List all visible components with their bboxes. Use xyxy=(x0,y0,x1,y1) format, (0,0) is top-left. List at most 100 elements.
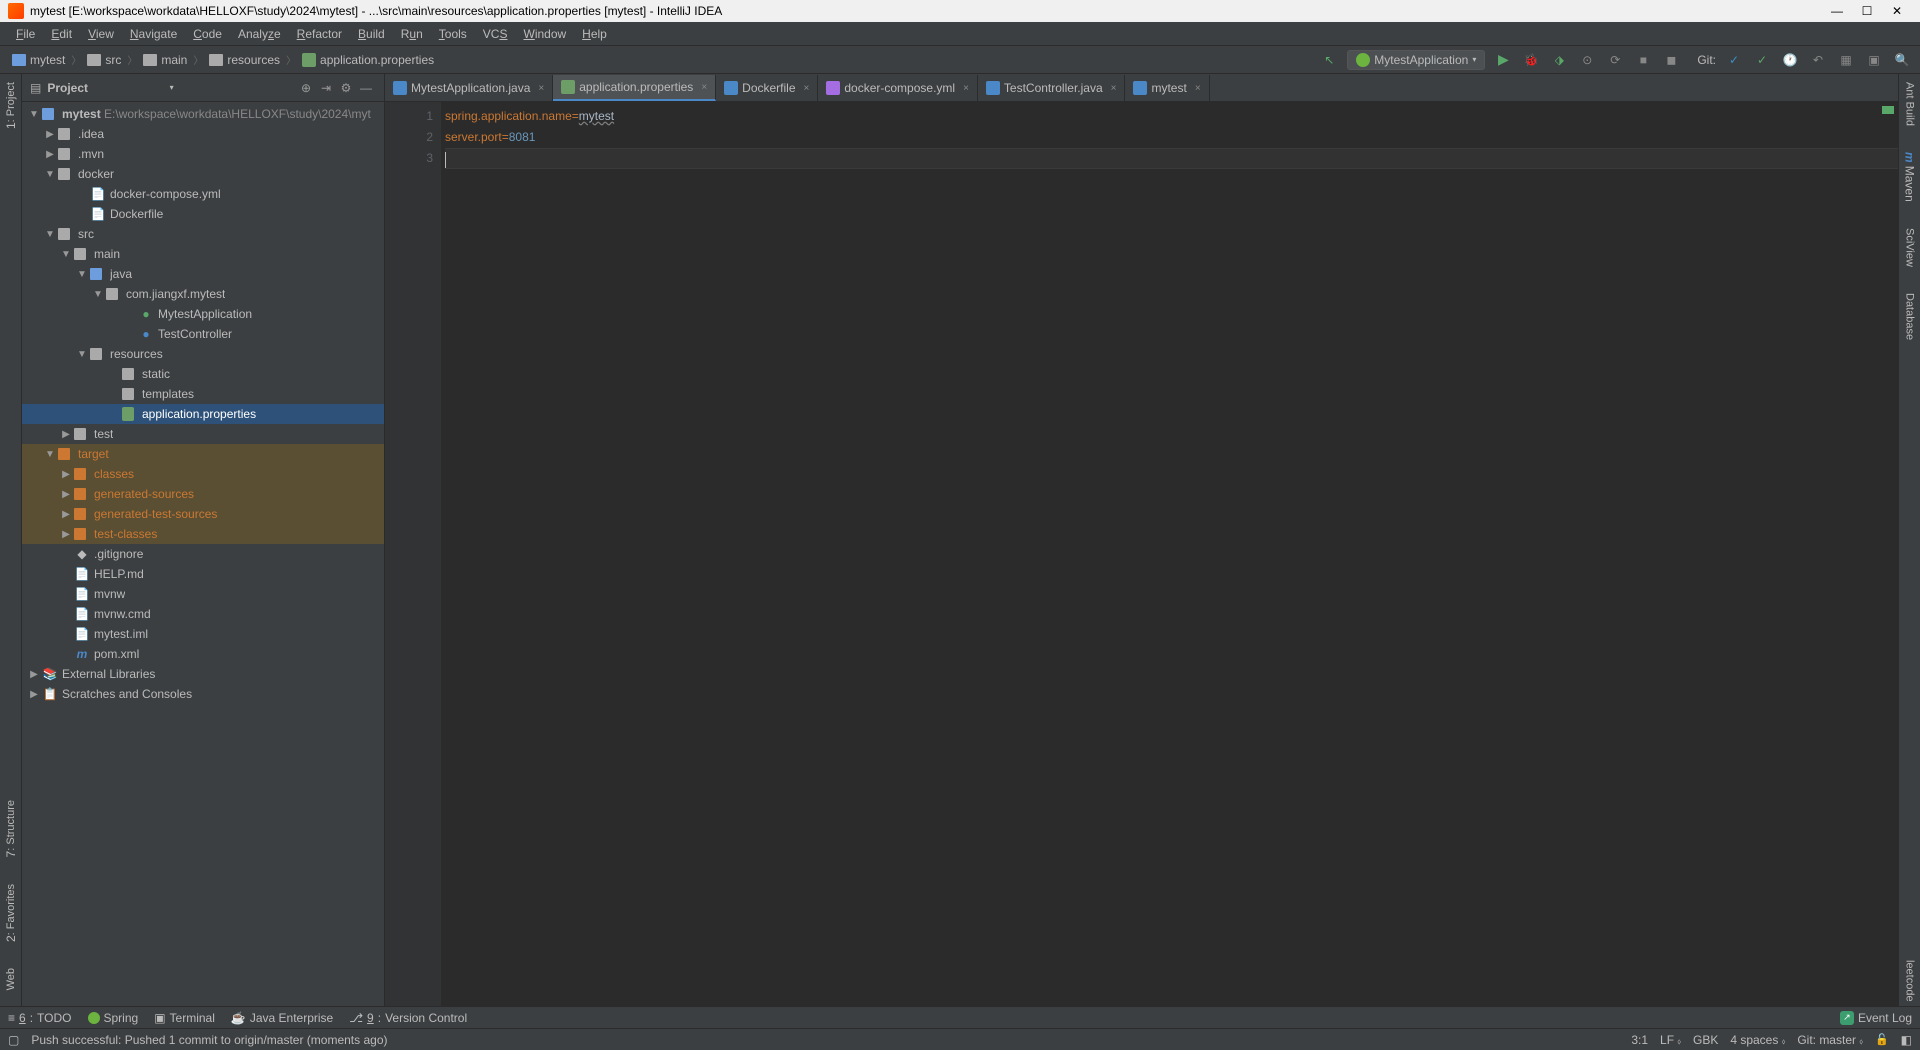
tool-structure[interactable]: 7: Structure xyxy=(2,796,20,861)
tree-test-controller[interactable]: ●TestController xyxy=(22,324,384,344)
vcs-update-button[interactable]: ✓ xyxy=(1724,50,1744,70)
tree-gen-sources[interactable]: ▶generated-sources xyxy=(22,484,384,504)
memory-indicator[interactable]: ◧ xyxy=(1901,1033,1912,1047)
minimize-button[interactable]: — xyxy=(1822,4,1852,18)
tree-templates[interactable]: templates xyxy=(22,384,384,404)
project-tree[interactable]: ▼mytest E:\workspace\workdata\HELLOXF\st… xyxy=(22,102,384,1006)
tree-external-libs[interactable]: ▶📚External Libraries xyxy=(22,664,384,684)
tool-event-log[interactable]: ↗Event Log xyxy=(1840,1011,1912,1025)
close-icon[interactable]: × xyxy=(1111,83,1117,94)
tree-test[interactable]: ▶test xyxy=(22,424,384,444)
code-line-1[interactable]: spring.application.name=mytest xyxy=(445,106,1898,127)
tool-todo[interactable]: ≡ 6: TODO xyxy=(8,1011,72,1025)
tool-terminal[interactable]: ▣Terminal xyxy=(154,1011,215,1025)
readonly-toggle[interactable]: 🔓 xyxy=(1875,1033,1889,1046)
run-button[interactable]: ▶ xyxy=(1493,50,1513,70)
tab-mytest-application[interactable]: MytestApplication.java× xyxy=(385,75,553,101)
menu-code[interactable]: Code xyxy=(185,23,230,45)
tree-docker-compose[interactable]: 📄docker-compose.yml xyxy=(22,184,384,204)
tool-version-control[interactable]: ⎇ 9: Version Control xyxy=(349,1011,467,1025)
tree-help[interactable]: 📄HELP.md xyxy=(22,564,384,584)
tree-mvn[interactable]: ▶.mvn xyxy=(22,144,384,164)
menu-run[interactable]: Run xyxy=(393,23,431,45)
tree-idea[interactable]: ▶.idea xyxy=(22,124,384,144)
menu-refactor[interactable]: Refactor xyxy=(289,23,350,45)
menu-file[interactable]: File xyxy=(8,23,43,45)
tool-java-ee[interactable]: ☕Java Enterprise xyxy=(231,1011,333,1025)
tree-dockerfile[interactable]: 📄Dockerfile xyxy=(22,204,384,224)
tab-test-controller[interactable]: TestController.java× xyxy=(978,75,1126,101)
tool-favorites[interactable]: 2: Favorites xyxy=(2,880,20,946)
tree-gen-test-sources[interactable]: ▶generated-test-sources xyxy=(22,504,384,524)
status-icon[interactable]: ▢ xyxy=(8,1033,19,1047)
run-coverage-button[interactable]: ⬗ xyxy=(1549,50,1569,70)
caret-position[interactable]: 3:1 xyxy=(1631,1033,1648,1047)
hide-panel-button[interactable]: — xyxy=(356,81,376,95)
close-icon[interactable]: × xyxy=(963,83,969,94)
ide-folders-button[interactable]: ▣ xyxy=(1864,50,1884,70)
tree-mvnw[interactable]: 📄mvnw xyxy=(22,584,384,604)
search-everywhere-button[interactable]: 🔍 xyxy=(1892,50,1912,70)
tree-pom[interactable]: mpom.xml xyxy=(22,644,384,664)
tab-docker-compose[interactable]: docker-compose.yml× xyxy=(818,75,978,101)
tree-static[interactable]: static xyxy=(22,364,384,384)
tool-spring[interactable]: Spring xyxy=(88,1011,139,1025)
tree-app-properties[interactable]: application.properties xyxy=(22,404,384,424)
breadcrumb-resources[interactable]: resources xyxy=(205,51,284,69)
tool-database[interactable]: Database xyxy=(1902,289,1918,344)
close-button[interactable]: ✕ xyxy=(1882,4,1912,18)
menu-navigate[interactable]: Navigate xyxy=(122,23,185,45)
menu-analyze[interactable]: Analyze xyxy=(230,23,289,45)
tree-resources[interactable]: ▼resources xyxy=(22,344,384,364)
menu-help[interactable]: Help xyxy=(574,23,615,45)
tree-test-classes[interactable]: ▶test-classes xyxy=(22,524,384,544)
line-separator[interactable]: LF ⬨ xyxy=(1660,1033,1681,1047)
indent-config[interactable]: 4 spaces ⬨ xyxy=(1730,1033,1785,1047)
tree-gitignore[interactable]: ◆.gitignore xyxy=(22,544,384,564)
stop-button[interactable]: ■ xyxy=(1633,50,1653,70)
editor-body[interactable]: 1 2 3 spring.application.name=mytest ser… xyxy=(385,102,1898,1006)
ide-settings-button[interactable]: ▦ xyxy=(1836,50,1856,70)
tool-project[interactable]: 1: Project xyxy=(2,78,20,133)
git-branch[interactable]: Git: master ⬨ xyxy=(1797,1033,1863,1047)
file-encoding[interactable]: GBK xyxy=(1693,1033,1718,1047)
tree-main[interactable]: ▼main xyxy=(22,244,384,264)
tree-iml[interactable]: 📄mytest.iml xyxy=(22,624,384,644)
stop-all-button[interactable]: ◼ xyxy=(1661,50,1681,70)
vcs-commit-button[interactable]: ✓ xyxy=(1752,50,1772,70)
code-line-2[interactable]: server.port=8081 xyxy=(445,127,1898,148)
locate-file-button[interactable]: ⊕ xyxy=(296,81,316,95)
tree-java[interactable]: ▼java xyxy=(22,264,384,284)
tab-dockerfile[interactable]: Dockerfile× xyxy=(716,75,818,101)
close-icon[interactable]: × xyxy=(701,82,707,93)
tree-mytest-app[interactable]: ●MytestApplication xyxy=(22,304,384,324)
menu-edit[interactable]: Edit xyxy=(43,23,80,45)
attach-button[interactable]: ⟳ xyxy=(1605,50,1625,70)
tool-leetcode[interactable]: leetcode xyxy=(1902,956,1918,1006)
code-content[interactable]: spring.application.name=mytest server.po… xyxy=(441,102,1898,1006)
maximize-button[interactable]: ☐ xyxy=(1852,4,1882,18)
breadcrumb-src[interactable]: src xyxy=(83,51,125,69)
close-icon[interactable]: × xyxy=(538,83,544,94)
tree-root-mytest[interactable]: ▼mytest E:\workspace\workdata\HELLOXF\st… xyxy=(22,104,384,124)
debug-button[interactable]: 🐞 xyxy=(1521,50,1541,70)
menu-view[interactable]: View xyxy=(80,23,122,45)
vcs-history-button[interactable]: 🕐 xyxy=(1780,50,1800,70)
tree-docker[interactable]: ▼docker xyxy=(22,164,384,184)
inspection-status-icon[interactable] xyxy=(1882,106,1894,114)
menu-tools[interactable]: Tools xyxy=(431,23,475,45)
vcs-revert-button[interactable]: ↶ xyxy=(1808,50,1828,70)
run-config-selector[interactable]: MytestApplication ▾ xyxy=(1347,50,1485,70)
settings-gear-icon[interactable]: ⚙ xyxy=(336,81,356,95)
close-icon[interactable]: × xyxy=(1195,83,1201,94)
tool-maven[interactable]: m Maven xyxy=(1901,148,1919,206)
tool-web[interactable]: Web xyxy=(3,964,19,994)
chevron-down-icon[interactable]: ▾ xyxy=(170,83,174,92)
tree-classes[interactable]: ▶classes xyxy=(22,464,384,484)
tree-mvnw-cmd[interactable]: 📄mvnw.cmd xyxy=(22,604,384,624)
breadcrumb-mytest[interactable]: mytest xyxy=(8,51,69,69)
close-icon[interactable]: × xyxy=(804,83,810,94)
tree-package[interactable]: ▼com.jiangxf.mytest xyxy=(22,284,384,304)
back-a-icon[interactable]: ↖ xyxy=(1319,50,1339,70)
tree-scratches[interactable]: ▶📋Scratches and Consoles xyxy=(22,684,384,704)
